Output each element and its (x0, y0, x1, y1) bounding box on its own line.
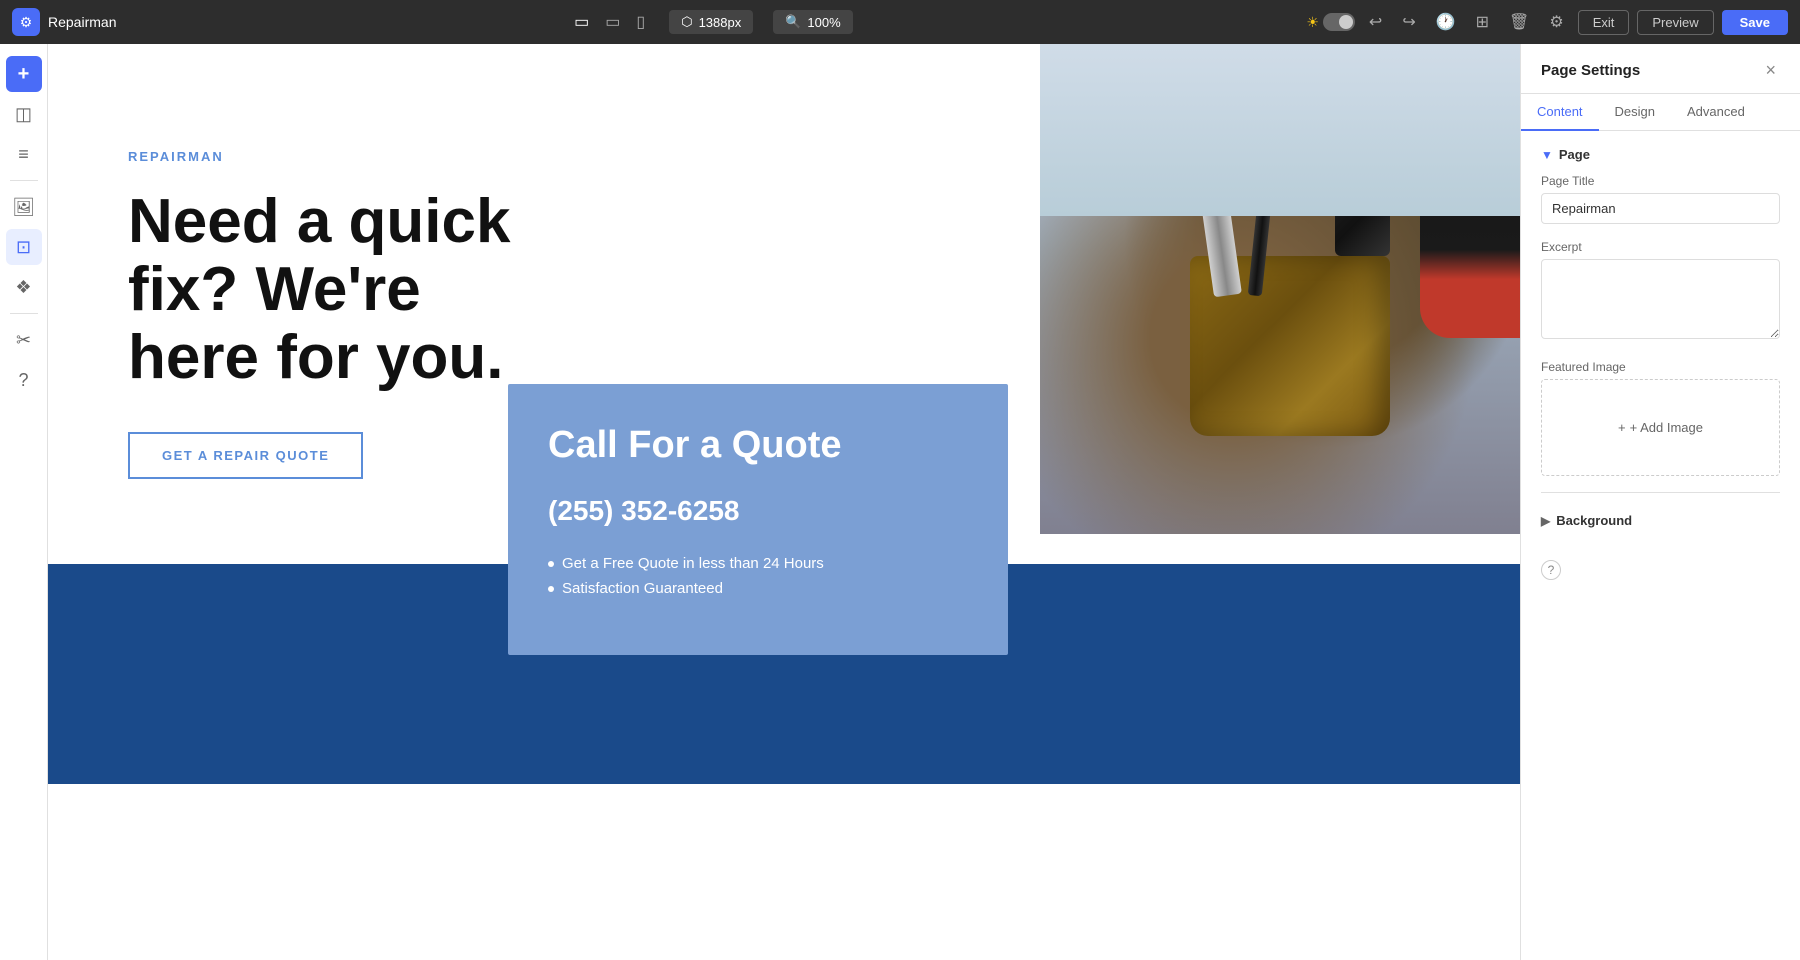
sidebar-templates-icon[interactable]: ⊡ (6, 229, 42, 265)
canvas-zoom[interactable]: 🔍 100% (773, 10, 852, 34)
width-icon: ⬡ (681, 14, 692, 30)
page-section-chevron: ▼ (1541, 148, 1553, 162)
bullet-item-2: Satisfaction Guaranteed (548, 580, 968, 597)
sidebar-divider-1 (10, 180, 38, 181)
width-value: 1388px (699, 15, 742, 30)
sidebar-divider-2 (10, 313, 38, 314)
sidebar-customize-icon[interactable]: ✂ (6, 322, 42, 358)
sun-icon: ☀ (1306, 14, 1319, 31)
add-image-plus-icon: + (1618, 420, 1626, 435)
panel-footer: ? (1521, 552, 1800, 588)
bullet-text-2: Satisfaction Guaranteed (562, 580, 723, 597)
hero-image (1040, 44, 1520, 534)
help-icon-button[interactable]: ? (1541, 560, 1561, 580)
delete-button[interactable]: 🗑 (1503, 8, 1535, 36)
app-logo-icon: ⚙ (12, 8, 40, 36)
page-title-field: Page Title (1541, 174, 1780, 224)
sidebar-widgets-icon[interactable]: ❖ (6, 269, 42, 305)
panel-title: Page Settings (1541, 62, 1640, 91)
exit-button[interactable]: Exit (1578, 10, 1630, 35)
tablet-icon[interactable]: ▭ (601, 8, 624, 36)
undo-button[interactable]: ↩ (1363, 8, 1388, 36)
mobile-icon[interactable]: ▯ (632, 8, 649, 36)
panel-body: ▼ Page Page Title Excerpt Featured Image… (1521, 131, 1800, 552)
toggle-thumb (1339, 15, 1353, 29)
excerpt-field: Excerpt (1541, 240, 1780, 344)
desktop-icon[interactable]: ▭ (570, 8, 593, 36)
call-card: Call For a Quote (255) 352-6258 Get a Fr… (508, 384, 1008, 655)
history-button[interactable]: 🕐 (1430, 8, 1462, 36)
background-arrow-icon: ▶ (1541, 514, 1550, 528)
page-section: ▼ Page Page Title Excerpt Featured Image… (1541, 147, 1780, 476)
topbar-center: ▭ ▭ ▯ ⬡ 1388px 🔍 100% (128, 8, 1294, 36)
sidebar-content-icon[interactable]: ≡ (6, 136, 42, 172)
add-image-button[interactable]: + + Add Image (1562, 420, 1759, 435)
excerpt-textarea[interactable] (1541, 259, 1780, 339)
redo-button[interactable]: ↪ (1396, 8, 1421, 36)
hero-image-inner (1040, 44, 1520, 534)
add-image-label: + Add Image (1630, 420, 1703, 435)
page-settings-button[interactable]: ⚙ (1543, 8, 1569, 36)
panel-tabs: Content Design Advanced (1521, 94, 1800, 131)
toggle-track[interactable] (1323, 13, 1355, 31)
hero-cta-button[interactable]: GET A REPAIR QUOTE (128, 432, 363, 479)
hero-title: Need a quick fix? We're here for you. (128, 188, 568, 393)
sidebar-help-icon[interactable]: ? (6, 362, 42, 398)
background-section[interactable]: ▶ Background (1541, 505, 1780, 536)
excerpt-label: Excerpt (1541, 240, 1780, 254)
topbar: ⚙ Repairman ▭ ▭ ▯ ⬡ 1388px 🔍 100% ☀ ↩ ↪ … (0, 0, 1800, 44)
page-title-label: Page Title (1541, 174, 1780, 188)
call-card-title: Call For a Quote (548, 424, 968, 467)
theme-toggle[interactable]: ☀ (1306, 13, 1355, 31)
panel-divider (1541, 492, 1780, 493)
canvas-area[interactable]: REPAIRMAN Need a quick fix? We're here f… (48, 44, 1520, 960)
device-icons: ▭ ▭ ▯ (570, 8, 649, 36)
preview-button[interactable]: Preview (1637, 10, 1713, 35)
bullet-dot-1 (548, 561, 554, 567)
responsive-button[interactable]: ⊞ (1470, 8, 1495, 36)
canvas-width[interactable]: ⬡ 1388px (669, 10, 753, 34)
tab-design[interactable]: Design (1599, 94, 1671, 131)
tab-advanced[interactable]: Advanced (1671, 94, 1761, 131)
bullet-text-1: Get a Free Quote in less than 24 Hours (562, 555, 824, 572)
zoom-value: 100% (807, 15, 840, 30)
app-name: Repairman (48, 14, 116, 30)
sky-bg (1040, 44, 1520, 216)
page-section-header[interactable]: ▼ Page (1541, 147, 1780, 162)
page-section-label: Page (1559, 147, 1590, 162)
bullet-item-1: Get a Free Quote in less than 24 Hours (548, 555, 968, 572)
page-title-input[interactable] (1541, 193, 1780, 224)
featured-image-box[interactable]: + + Add Image (1541, 379, 1780, 476)
sidebar-add-icon[interactable]: + (6, 56, 42, 92)
save-button[interactable]: Save (1722, 10, 1788, 35)
right-panel: Page Settings × Content Design Advanced … (1520, 44, 1800, 960)
app-logo: ⚙ Repairman (12, 8, 116, 36)
sidebar-media-icon[interactable]: 🖼 (6, 189, 42, 225)
left-sidebar: + ◫ ≡ 🖼 ⊡ ❖ ✂ ? (0, 44, 48, 960)
hero-brand: REPAIRMAN (128, 149, 568, 164)
call-card-bullets: Get a Free Quote in less than 24 Hours S… (548, 555, 968, 597)
blue-section: Call For a Quote (255) 352-6258 Get a Fr… (48, 564, 1520, 784)
featured-image-label: Featured Image (1541, 360, 1780, 374)
sidebar-layers-icon[interactable]: ◫ (6, 96, 42, 132)
background-section-label: ▶ Background (1541, 513, 1632, 528)
tab-content[interactable]: Content (1521, 94, 1599, 131)
call-card-phone: (255) 352-6258 (548, 495, 968, 527)
topbar-right: ☀ ↩ ↪ 🕐 ⊞ 🗑 ⚙ Exit Preview Save (1306, 8, 1788, 36)
help-question-mark: ? (1548, 563, 1555, 577)
panel-close-button[interactable]: × (1761, 60, 1780, 81)
canvas-inner: REPAIRMAN Need a quick fix? We're here f… (48, 44, 1520, 960)
bullet-dot-2 (548, 586, 554, 592)
zoom-icon: 🔍 (785, 14, 801, 30)
featured-image-field: Featured Image + + Add Image (1541, 360, 1780, 476)
panel-header: Page Settings × (1521, 44, 1800, 94)
